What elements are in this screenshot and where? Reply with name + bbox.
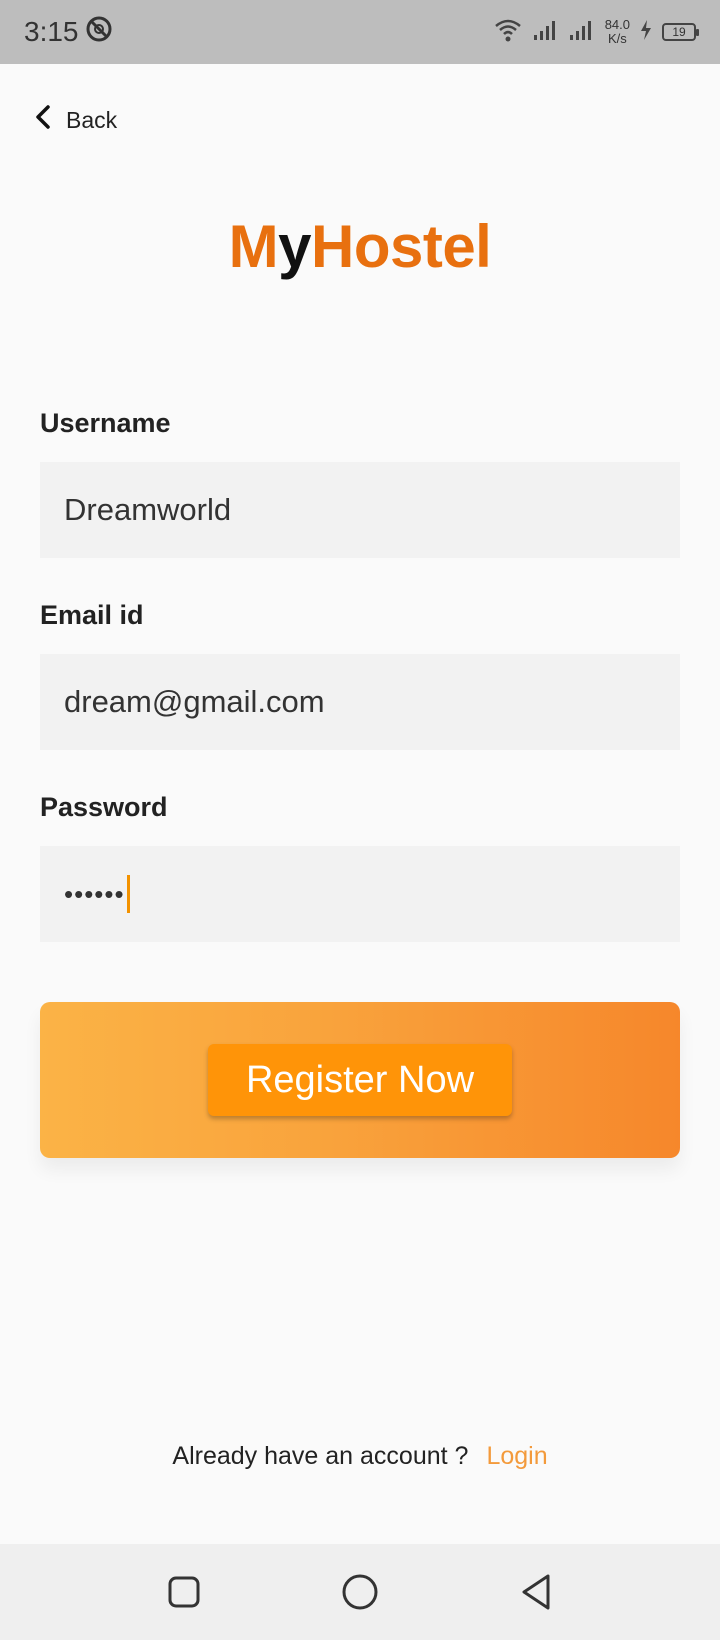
network-speed-value: 84.0 bbox=[604, 17, 630, 32]
recents-button[interactable] bbox=[156, 1564, 212, 1620]
square-icon bbox=[168, 1576, 200, 1608]
system-nav-bar bbox=[0, 1544, 720, 1640]
login-prompt-row: Already have an account ? Login bbox=[0, 1442, 720, 1471]
email-label: Email id bbox=[40, 600, 144, 630]
login-prompt-text: Already have an account ? bbox=[172, 1442, 469, 1470]
signal-icon-1 bbox=[533, 19, 559, 46]
charging-icon bbox=[640, 19, 652, 45]
logo-part-m: M bbox=[228, 213, 279, 280]
password-mask: •••••• bbox=[64, 878, 125, 909]
home-button[interactable] bbox=[332, 1564, 388, 1620]
network-speed: 84.0 K/s bbox=[605, 18, 630, 46]
battery-icon: 19 bbox=[662, 23, 699, 41]
do-not-disturb-icon bbox=[85, 15, 113, 50]
status-left: 3:15 bbox=[24, 15, 113, 50]
back-nav-button[interactable] bbox=[508, 1564, 564, 1620]
text-cursor bbox=[126, 875, 130, 913]
register-now-button[interactable]: Register Now bbox=[208, 1044, 512, 1116]
wifi-icon bbox=[493, 17, 523, 48]
logo-part-y: y bbox=[278, 213, 311, 280]
signal-icon-2 bbox=[569, 19, 595, 46]
email-value: dream@gmail.com bbox=[64, 684, 325, 719]
register-panel: Register Now bbox=[40, 1002, 680, 1158]
app-logo: MyHostel bbox=[0, 212, 720, 281]
login-link[interactable]: Login bbox=[486, 1442, 547, 1470]
chevron-left-icon bbox=[34, 104, 52, 136]
back-label: Back bbox=[66, 106, 118, 133]
triangle-back-icon bbox=[522, 1574, 550, 1610]
back-button[interactable]: Back bbox=[34, 104, 117, 136]
username-field[interactable]: Dreamworld bbox=[40, 462, 680, 558]
status-time: 3:15 bbox=[24, 16, 79, 47]
username-label: Username bbox=[40, 408, 171, 438]
username-value: Dreamworld bbox=[64, 492, 232, 527]
status-right: 84.0 K/s 19 bbox=[493, 17, 699, 48]
network-speed-unit: K/s bbox=[607, 31, 627, 46]
email-field[interactable]: dream@gmail.com bbox=[40, 654, 680, 750]
password-label: Password bbox=[40, 792, 168, 822]
password-field[interactable]: •••••• bbox=[40, 846, 680, 942]
status-bar: 3:15 84.0 K/s 19 bbox=[0, 0, 720, 64]
circle-icon bbox=[342, 1574, 378, 1610]
logo-part-hostel: Hostel bbox=[310, 213, 492, 280]
